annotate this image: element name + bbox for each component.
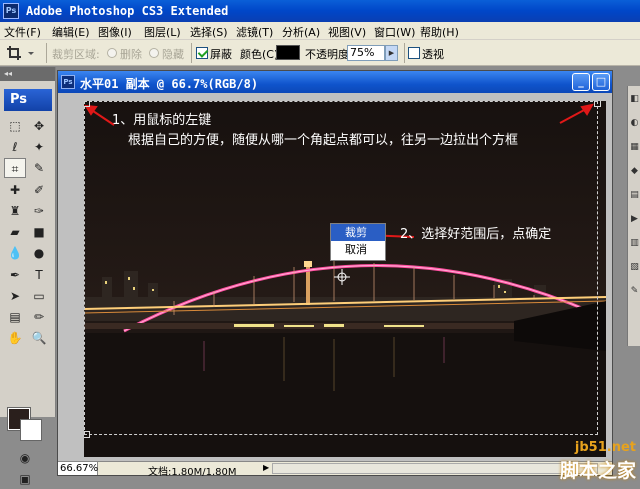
opacity-label: 不透明度: bbox=[305, 48, 353, 61]
watermark-site: jb51.net bbox=[574, 440, 636, 455]
notes-tool-icon[interactable]: ▤ bbox=[4, 307, 26, 327]
annotation-step1-line2: 根据自己的方便，随便从哪一个角起点都可以，往另一边拉出个方框 bbox=[128, 133, 519, 148]
history-panel-icon[interactable]: ▤ bbox=[629, 190, 640, 208]
right-panel-dock: ◧ ◐ ▦ ◆ ▤ ▶ ▥ ▧ ✎ bbox=[627, 86, 640, 346]
menu-filter[interactable]: 滤镜(T) bbox=[236, 24, 273, 40]
perspective-label: 透视 bbox=[422, 48, 444, 61]
shield-color-swatch[interactable] bbox=[276, 45, 300, 60]
document-title: 水平01 副本 @ 66.7%(RGB/8) bbox=[80, 77, 259, 91]
minimize-button[interactable]: _ bbox=[572, 73, 590, 91]
toolbox-ps-badge: Ps bbox=[4, 89, 52, 111]
menu-image[interactable]: 图像(I) bbox=[98, 24, 132, 40]
lasso-tool-icon[interactable]: ℓ bbox=[4, 137, 26, 157]
swatches-panel-icon[interactable]: ▦ bbox=[629, 142, 640, 160]
path-selection-tool-icon[interactable]: ➤ bbox=[4, 286, 26, 306]
app-title-bar: Ps Adobe Photoshop CS3 Extended bbox=[0, 0, 640, 22]
gradient-tool-icon[interactable]: ■ bbox=[28, 222, 50, 242]
channels-panel-icon[interactable]: ▧ bbox=[629, 262, 640, 280]
move-tool-icon[interactable]: ✥ bbox=[28, 116, 50, 136]
hide-label: 隐藏 bbox=[162, 48, 184, 61]
slice-tool-icon[interactable]: ✎ bbox=[28, 158, 50, 178]
menu-help[interactable]: 帮助(H) bbox=[420, 24, 459, 40]
healing-brush-tool-icon[interactable]: ✚ bbox=[4, 180, 26, 200]
context-menu-cancel[interactable]: 取消 bbox=[331, 241, 385, 258]
menu-edit[interactable]: 编辑(E) bbox=[52, 24, 90, 40]
paths-panel-icon[interactable]: ✎ bbox=[629, 286, 640, 304]
maximize-button[interactable]: □ bbox=[592, 73, 610, 91]
zoom-level-field[interactable]: 66.67% bbox=[58, 462, 98, 475]
navigator-panel-icon[interactable]: ◧ bbox=[629, 94, 640, 112]
crop-handle-top-left[interactable] bbox=[84, 101, 90, 107]
toolbox: ◂◂ Ps ⬚ ✥ ℓ ✦ ⌗ ✎ ✚ ✐ ♜ ✑ ▰ ■ 💧 ● ✒ T ➤ … bbox=[0, 67, 56, 486]
document-title-bar[interactable]: Ps 水平01 副本 @ 66.7%(RGB/8) _ □ bbox=[58, 71, 612, 93]
dodge-tool-icon[interactable]: ● bbox=[28, 243, 50, 263]
crop-handle-top-right[interactable] bbox=[594, 101, 601, 107]
document-window: Ps 水平01 副本 @ 66.7%(RGB/8) _ □ 1、用鼠标的左键 根… bbox=[57, 70, 613, 478]
background-color-swatch[interactable] bbox=[20, 419, 42, 441]
opacity-slider-button[interactable]: ▶ bbox=[385, 45, 398, 61]
watermark-brand: 脚本之家 bbox=[559, 460, 636, 482]
watermark: jb51.net 脚本之家 bbox=[508, 438, 640, 484]
quick-mask-icon[interactable]: ◉ bbox=[14, 448, 36, 468]
menu-window[interactable]: 窗口(W) bbox=[374, 24, 415, 40]
context-menu-crop[interactable]: 裁剪 bbox=[331, 224, 385, 241]
magic-wand-tool-icon[interactable]: ✦ bbox=[28, 137, 50, 157]
type-tool-icon[interactable]: T bbox=[28, 265, 50, 285]
pen-tool-icon[interactable]: ✒ bbox=[4, 265, 26, 285]
toolbox-grip[interactable]: ◂◂ bbox=[0, 67, 55, 81]
crop-marquee[interactable] bbox=[84, 101, 598, 435]
document-ps-icon: Ps bbox=[61, 75, 75, 89]
delete-label: 删除 bbox=[120, 48, 142, 61]
menu-view[interactable]: 视图(V) bbox=[328, 24, 366, 40]
screen-mode-icon[interactable]: ▣ bbox=[14, 469, 36, 489]
options-bar: 裁剪区域: 删除 隐藏 屏蔽 颜色(C): 不透明度: 75% ▶ 透视 bbox=[0, 40, 640, 66]
app-title: Adobe Photoshop CS3 Extended bbox=[26, 4, 229, 18]
document-info: 文档:1.80M/1.80M bbox=[148, 467, 237, 478]
clone-stamp-tool-icon[interactable]: ♜ bbox=[4, 201, 26, 221]
menu-layer[interactable]: 图层(L) bbox=[144, 24, 181, 40]
annotation-step2: 2、选择好范围后，点确定 bbox=[400, 227, 552, 242]
styles-panel-icon[interactable]: ◆ bbox=[629, 166, 640, 184]
hand-tool-icon[interactable]: ✋ bbox=[4, 328, 26, 348]
crop-tool-button-icon[interactable]: ⌗ bbox=[4, 158, 26, 178]
menu-analysis[interactable]: 分析(A) bbox=[282, 24, 320, 40]
shape-tool-icon[interactable]: ▭ bbox=[28, 286, 50, 306]
separator bbox=[46, 43, 47, 63]
eraser-tool-icon[interactable]: ▰ bbox=[4, 222, 26, 242]
brush-tool-icon[interactable]: ✐ bbox=[28, 180, 50, 200]
menu-file[interactable]: 文件(F) bbox=[4, 24, 41, 40]
hide-radio[interactable] bbox=[149, 48, 159, 58]
status-menu-arrow-icon[interactable]: ▶ bbox=[263, 463, 269, 472]
blur-tool-icon[interactable]: 💧 bbox=[4, 243, 26, 263]
history-brush-tool-icon[interactable]: ✑ bbox=[28, 201, 50, 221]
layers-panel-icon[interactable]: ▥ bbox=[629, 238, 640, 256]
image-canvas[interactable]: 1、用鼠标的左键 根据自己的方便，随便从哪一个角起点都可以，往另一边拉出个方框 … bbox=[84, 101, 606, 457]
actions-panel-icon[interactable]: ▶ bbox=[629, 214, 640, 232]
crop-handle-bottom-left[interactable] bbox=[84, 431, 90, 438]
separator bbox=[191, 43, 192, 63]
opacity-input[interactable]: 75% bbox=[347, 45, 385, 61]
eyedropper-tool-icon[interactable]: ✏ bbox=[28, 307, 50, 327]
shield-label: 屏蔽 bbox=[210, 48, 232, 61]
shield-checkbox[interactable] bbox=[196, 47, 208, 59]
separator bbox=[404, 43, 405, 63]
marquee-tool-icon[interactable]: ⬚ bbox=[4, 116, 26, 136]
crop-tool-icon[interactable] bbox=[6, 44, 36, 62]
zoom-tool-icon[interactable]: 🔍 bbox=[28, 328, 50, 348]
context-menu: 裁剪 取消 bbox=[330, 223, 386, 261]
annotation-step1-line1: 1、用鼠标的左键 bbox=[112, 113, 212, 128]
color-panel-icon[interactable]: ◐ bbox=[629, 118, 640, 136]
menu-bar: 文件(F) 编辑(E) 图像(I) 图层(L) 选择(S) 滤镜(T) 分析(A… bbox=[0, 22, 640, 40]
photoshop-logo-icon: Ps bbox=[3, 3, 19, 19]
perspective-checkbox[interactable] bbox=[408, 47, 420, 59]
delete-radio[interactable] bbox=[107, 48, 117, 58]
crop-area-label: 裁剪区域: bbox=[52, 48, 100, 61]
menu-select[interactable]: 选择(S) bbox=[190, 24, 228, 40]
